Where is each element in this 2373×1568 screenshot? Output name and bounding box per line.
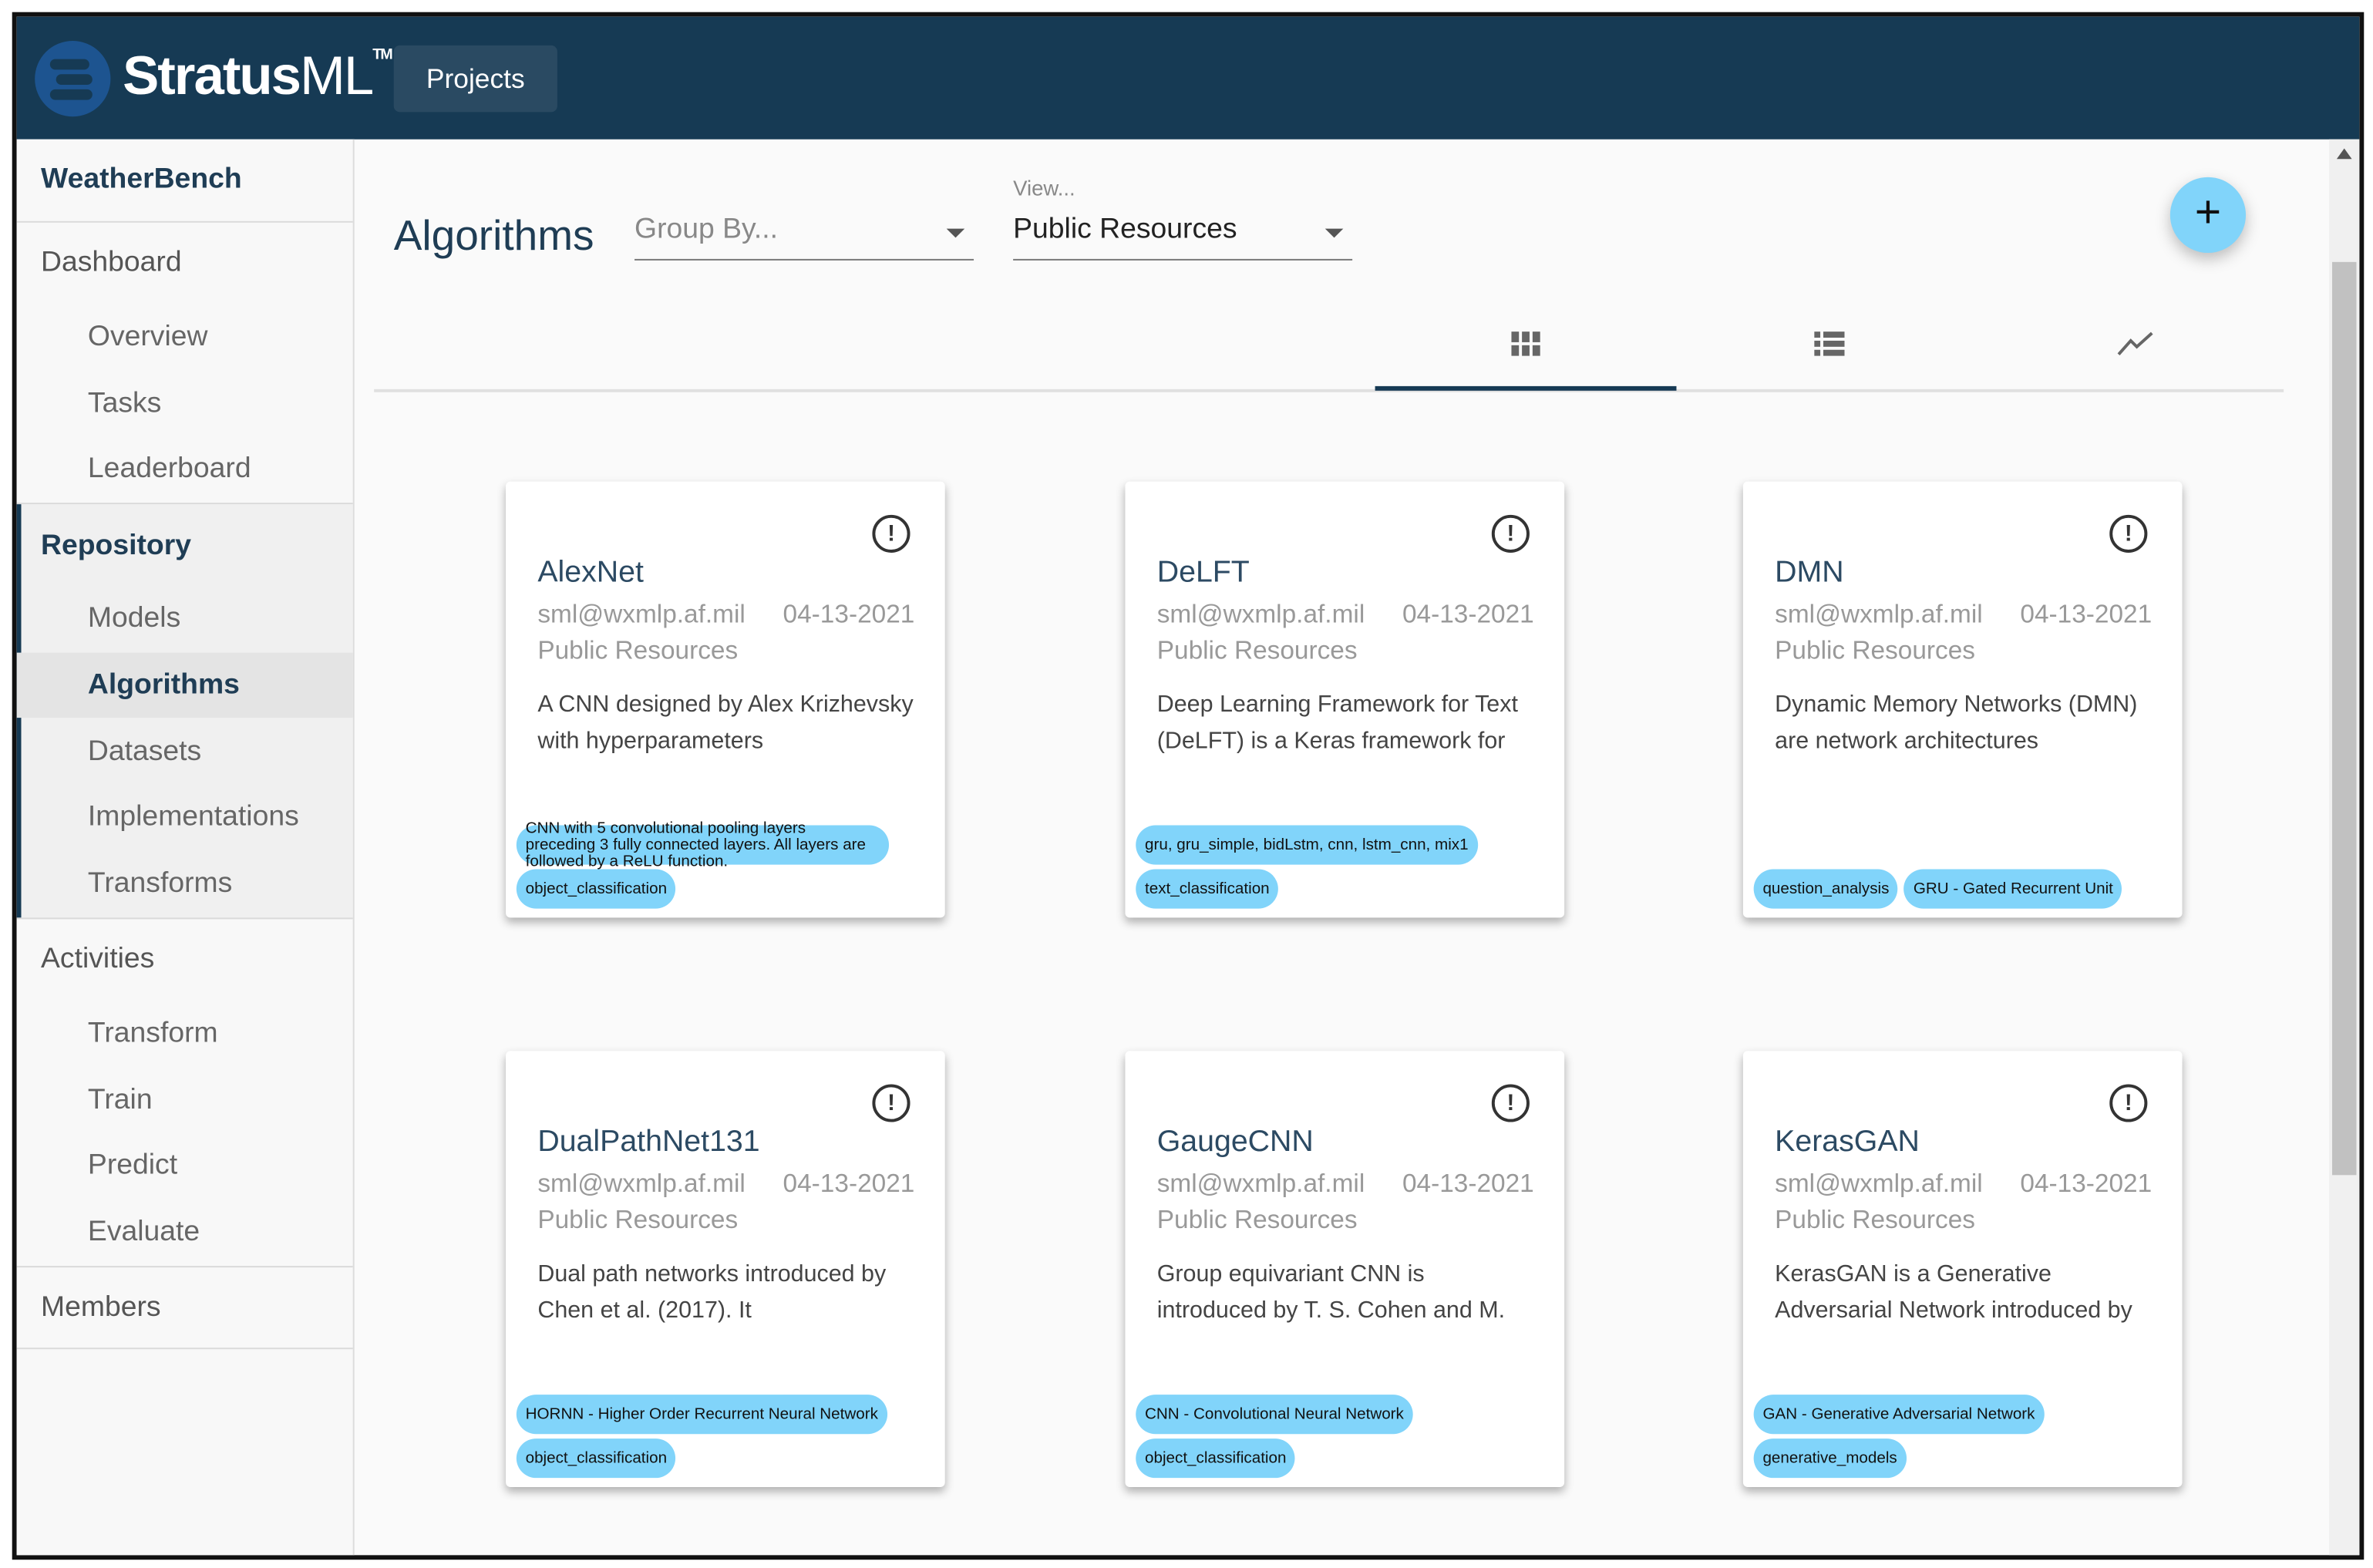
card-date: 04-13-2021 (783, 1169, 915, 1198)
tag-chip[interactable]: GAN - Generative Adversarial Network (1753, 1395, 2045, 1435)
active-tab-indicator (1375, 385, 1677, 391)
card-description: KerasGAN is a Generative Adversarial Net… (1775, 1261, 2132, 1324)
card-title[interactable]: DualPathNet131 (537, 1125, 759, 1159)
tag-chip[interactable]: GRU - Gated Recurrent Unit (1904, 869, 2122, 909)
info-icon[interactable]: ! (1491, 1084, 1530, 1122)
view-select[interactable]: Public Resources (1013, 209, 1353, 261)
card-visibility: Public Resources (537, 1205, 739, 1234)
sidebar-dashboard[interactable]: Dashboard (41, 247, 377, 280)
scrollbar-thumb[interactable] (2332, 261, 2357, 1176)
tag-chip[interactable]: text_classification (1136, 869, 1279, 909)
card-description: Dynamic Memory Networks (DMN) are networ… (1775, 691, 2138, 755)
tag-list: gru, gru_simple, bidLstm, cnn, lstm_cnn,… (1136, 825, 1544, 909)
tag-chip[interactable]: CNN - Convolutional Neural Network (1136, 1395, 1413, 1435)
tab-grid-view[interactable] (1375, 303, 1678, 389)
tag-chip[interactable]: HORNN - Higher Order Recurrent Neural Ne… (516, 1395, 887, 1435)
card-title[interactable]: DMN (1775, 556, 1843, 591)
chevron-down-icon (946, 228, 965, 238)
info-icon[interactable]: ! (2109, 514, 2148, 553)
sidebar-repository[interactable]: Repository (41, 530, 377, 564)
brand-logo[interactable]: StratusMLTM (123, 44, 393, 108)
card-description: Dual path networks introduced by Chen et… (537, 1261, 887, 1324)
app-window: StratusMLTM Projects WeatherBench Dashbo… (12, 12, 2365, 1560)
tag-chip[interactable]: CNN with 5 convolutional pooling layers … (516, 819, 890, 870)
card-date: 04-13-2021 (1402, 1169, 1534, 1198)
chevron-down-icon (1325, 228, 1344, 238)
card-owner: sml@wxmlp.af.mil (1156, 599, 1365, 629)
main-content: Algorithms Group By... View... Public Re… (355, 139, 2360, 1556)
view-select-label: View... (1013, 175, 1075, 200)
grid-view-icon (1511, 331, 1540, 356)
algorithm-card[interactable]: ! KerasGAN sml@wxmlp.af.mil 04-13-2021 P… (1742, 1051, 2183, 1487)
card-visibility: Public Resources (1156, 636, 1358, 665)
info-icon[interactable]: ! (872, 1084, 910, 1122)
tab-list-view[interactable] (1678, 303, 1981, 389)
card-owner: sml@wxmlp.af.mil (1775, 599, 1983, 629)
sidebar-members[interactable]: Members (41, 1292, 377, 1325)
tag-list: CNN - Convolutional Neural Network object… (1136, 1395, 1544, 1479)
view-tabs (374, 303, 2284, 392)
algorithm-card[interactable]: ! DeLFT sml@wxmlp.af.mil 04-13-2021 Publ… (1125, 481, 1565, 918)
card-date: 04-13-2021 (2020, 599, 2153, 629)
tag-list: GAN - Generative Adversarial Network gene… (1753, 1395, 2163, 1479)
group-by-select[interactable]: Group By... (634, 209, 974, 261)
card-owner: sml@wxmlp.af.mil (537, 599, 746, 629)
tab-chart-view[interactable] (1981, 303, 2284, 389)
card-visibility: Public Resources (1156, 1205, 1358, 1234)
projects-button[interactable]: Projects (393, 45, 557, 113)
top-header: StratusMLTM Projects (16, 16, 2360, 140)
card-title[interactable]: KerasGAN (1775, 1125, 1920, 1159)
page-title: Algorithms (393, 212, 594, 259)
tag-chip[interactable]: gru, gru_simple, bidLstm, cnn, lstm_cnn,… (1136, 825, 1478, 865)
card-visibility: Public Resources (1775, 1205, 1975, 1234)
card-visibility: Public Resources (537, 636, 739, 665)
tag-list: HORNN - Higher Order Recurrent Neural Ne… (516, 1395, 925, 1479)
list-view-icon (1814, 331, 1845, 356)
sidebar-activities[interactable]: Activities (41, 944, 377, 977)
tag-chip[interactable]: generative_models (1753, 1438, 1907, 1479)
card-date: 04-13-2021 (783, 599, 915, 629)
algorithm-card[interactable]: ! DualPathNet131 sml@wxmlp.af.mil 04-13-… (506, 1051, 945, 1487)
tag-chip[interactable]: object_classification (516, 869, 676, 909)
card-owner: sml@wxmlp.af.mil (1156, 1169, 1365, 1198)
card-description: A CNN designed by Alex Krizhevsky with h… (537, 691, 914, 755)
card-title[interactable]: AlexNet (537, 556, 644, 591)
tag-chip[interactable]: question_analysis (1753, 869, 1899, 909)
card-date: 04-13-2021 (2020, 1169, 2153, 1198)
tag-chip[interactable]: object_classification (1136, 1438, 1296, 1479)
algorithm-card[interactable]: ! DMN sml@wxmlp.af.mil 04-13-2021 Public… (1742, 481, 2183, 918)
info-icon[interactable]: ! (1491, 514, 1530, 553)
info-icon[interactable]: ! (872, 514, 910, 553)
algorithm-card[interactable]: ! AlexNet sml@wxmlp.af.mil 04-13-2021 Pu… (506, 481, 945, 918)
add-algorithm-button[interactable]: + (2169, 177, 2247, 254)
sidebar: WeatherBench Dashboard Overview Tasks Le… (16, 139, 355, 1556)
tag-list: CNN with 5 convolutional pooling layers … (516, 819, 925, 909)
stratusml-logo-icon (35, 41, 111, 117)
vertical-scrollbar[interactable] (2329, 139, 2360, 1556)
card-visibility: Public Resources (1775, 636, 1975, 665)
tag-list: question_analysis GRU - Gated Recurrent U… (1753, 869, 2163, 909)
card-owner: sml@wxmlp.af.mil (1775, 1169, 1983, 1198)
scroll-up-arrow-icon[interactable] (2336, 148, 2352, 160)
chart-view-icon (2117, 331, 2153, 355)
card-title[interactable]: DeLFT (1157, 556, 1250, 591)
tag-chip[interactable]: object_classification (516, 1438, 676, 1479)
card-title[interactable]: GaugeCNN (1157, 1125, 1314, 1159)
card-owner: sml@wxmlp.af.mil (537, 1169, 746, 1198)
algorithm-card[interactable]: ! GaugeCNN sml@wxmlp.af.mil 04-13-2021 P… (1125, 1051, 1565, 1487)
card-description: Group equivariant CNN is introduced by T… (1156, 1261, 1506, 1324)
card-date: 04-13-2021 (1402, 599, 1534, 629)
sidebar-project-name[interactable]: WeatherBench (41, 163, 377, 197)
info-icon[interactable]: ! (2109, 1084, 2148, 1122)
card-description: Deep Learning Framework for Text (DeLFT)… (1156, 691, 1518, 755)
